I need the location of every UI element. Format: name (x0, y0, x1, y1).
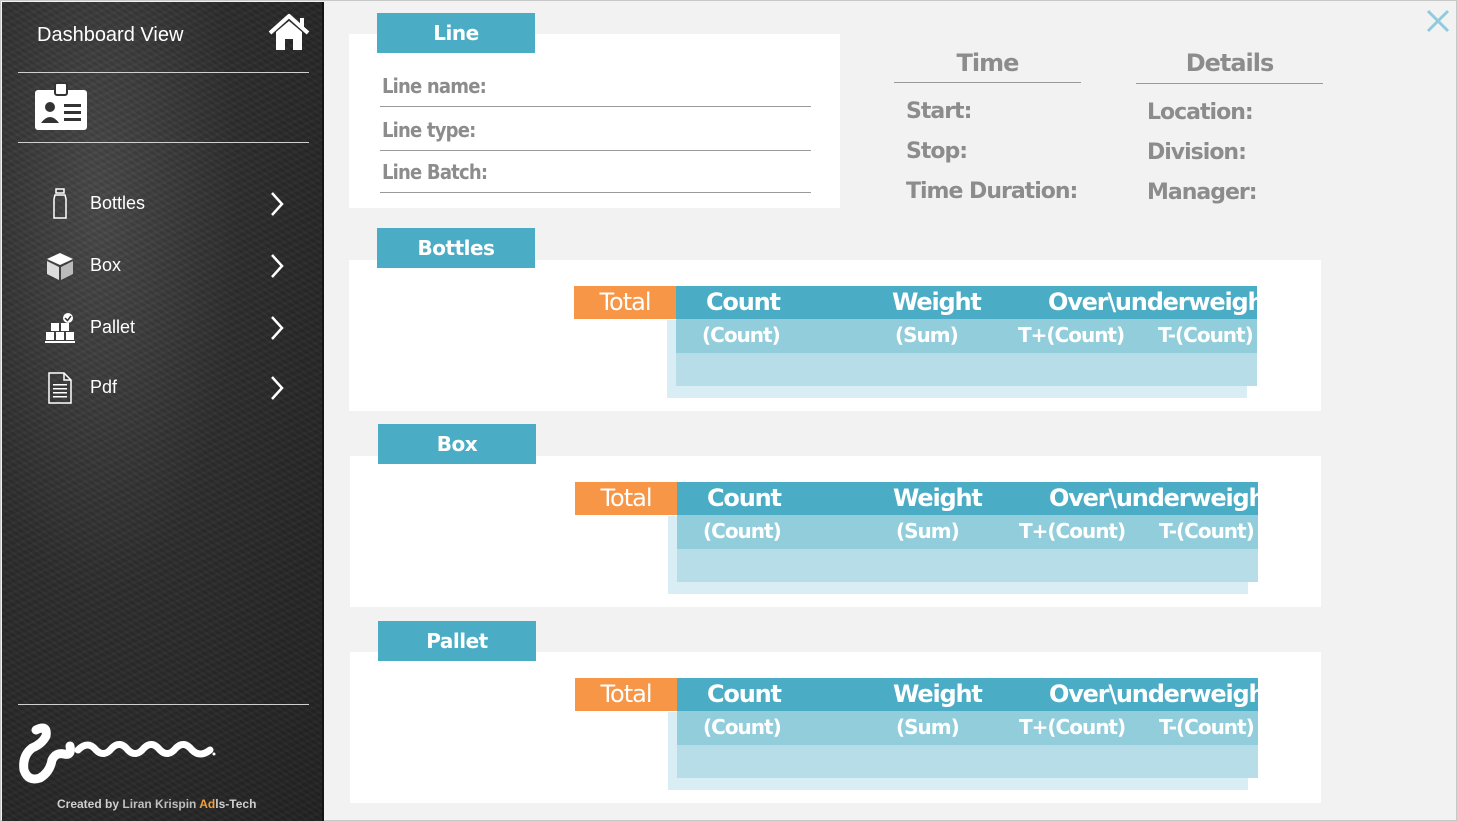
details-divider (1136, 83, 1323, 84)
sidebar-item-label: Bottles (90, 193, 146, 213)
line-batch-field[interactable] (380, 192, 811, 193)
overunder-header: Over\underweight (1049, 484, 1276, 512)
count-sub: (Count) (703, 715, 782, 739)
app-window: Dashboard View Bottles Box Pallet Pdf Cr… (0, 0, 1457, 821)
credit-text: Created by Liran Krispin Adls-Tech (57, 797, 256, 811)
weight-sub: (Sum) (896, 519, 960, 543)
sidebar-title: Dashboard View (37, 24, 184, 46)
line-name-field[interactable] (380, 106, 811, 107)
pallet-icon (45, 313, 75, 343)
box-tag: Box (378, 424, 536, 464)
sidebar-divider (18, 72, 309, 73)
line-type-label: Line type: (382, 118, 476, 142)
credit-brand-b: ls (215, 797, 226, 811)
overunder-header: Over\underweight (1048, 288, 1275, 316)
table-subheader-row: (Count) (Sum) T+(Count) T-(Count) (676, 319, 1257, 353)
table-subheader-row: (Count) (Sum) T+(Count) T-(Count) (677, 515, 1258, 549)
sidebar: Dashboard View Bottles Box Pallet Pdf Cr… (2, 2, 324, 821)
weight-header: Weight (893, 680, 983, 708)
pdf-document-icon (48, 372, 72, 404)
weight-header: Weight (892, 288, 982, 316)
sidebar-divider (18, 704, 309, 705)
box-table: Total Count Weight Over\underweight (Cou… (575, 482, 1276, 594)
table-data-row (676, 353, 1257, 386)
weight-sub: (Sum) (895, 323, 959, 347)
count-header: Count (707, 680, 782, 708)
manager-label: Manager: (1147, 180, 1258, 205)
total-label: Total (575, 482, 677, 515)
table-data-row (677, 745, 1258, 778)
tminus-sub: T-(Count) (1159, 715, 1255, 739)
table-header-row: Count Weight Over\underweight (676, 286, 1275, 319)
home-icon[interactable] (266, 12, 312, 52)
bottles-table: Total Count Weight Over\underweight (Cou… (574, 286, 1275, 398)
bottles-tag: Bottles (377, 228, 535, 268)
table-data-row (677, 549, 1258, 582)
credit-brand-c: -Tech (225, 797, 257, 811)
tplus-sub: T+(Count) (1019, 519, 1126, 543)
box-icon (47, 253, 73, 280)
sidebar-divider (18, 142, 309, 143)
table-header-row: Count Weight Over\underweight (677, 482, 1276, 515)
tplus-sub: T+(Count) (1019, 715, 1126, 739)
close-icon[interactable] (1425, 8, 1451, 34)
overunder-header: Over\underweight (1049, 680, 1276, 708)
time-duration-label: Time Duration: (906, 179, 1078, 204)
location-label: Location: (1147, 100, 1254, 125)
weight-sub: (Sum) (896, 715, 960, 739)
tplus-sub: T+(Count) (1018, 323, 1125, 347)
count-sub: (Count) (702, 323, 781, 347)
count-sub: (Count) (703, 519, 782, 543)
credit-prefix: Created by (57, 797, 123, 811)
chevron-right-icon (271, 376, 284, 400)
pallet-tag: Pallet (378, 621, 536, 661)
sidebar-item-box[interactable]: Box (44, 244, 294, 288)
sidebar-item-label: Pallet (90, 317, 136, 337)
credit-name: Liran Krispin (122, 797, 200, 811)
division-label: Division: (1147, 140, 1247, 165)
sidebar-item-label: Box (90, 255, 122, 275)
sidebar-item-pallet[interactable]: Pallet (44, 306, 294, 350)
sidebar-item-bottles[interactable]: Bottles (44, 182, 294, 226)
bottle-icon (53, 188, 67, 219)
signature-logo (19, 723, 216, 784)
sidebar-item-label: Pdf (90, 377, 118, 397)
table-subheader-row: (Count) (Sum) T+(Count) T-(Count) (677, 711, 1258, 745)
table-header-row: Count Weight Over\underweight (677, 678, 1276, 711)
time-heading: Time (956, 49, 1020, 77)
line-type-field[interactable] (380, 150, 811, 151)
time-divider (894, 82, 1081, 83)
total-label: Total (575, 678, 677, 711)
line-batch-label: Line Batch: (382, 160, 488, 184)
count-header: Count (707, 484, 782, 512)
chevron-right-icon (271, 254, 284, 278)
id-card-icon (35, 82, 87, 130)
start-label: Start: (906, 99, 972, 124)
sidebar-item-pdf[interactable]: Pdf (44, 366, 294, 410)
tminus-sub: T-(Count) (1158, 323, 1254, 347)
line-name-label: Line name: (382, 74, 487, 98)
chevron-right-icon (271, 316, 284, 340)
credit-brand-a: Ad (199, 797, 216, 811)
total-label: Total (574, 286, 676, 319)
weight-header: Weight (893, 484, 983, 512)
chevron-right-icon (271, 192, 284, 216)
stop-label: Stop: (906, 139, 968, 164)
count-header: Count (706, 288, 781, 316)
line-info-tag: Line Information (377, 13, 535, 85)
pallet-table: Total Count Weight Over\underweight (Cou… (575, 678, 1276, 790)
details-heading: Details (1185, 49, 1275, 77)
tminus-sub: T-(Count) (1159, 519, 1255, 543)
